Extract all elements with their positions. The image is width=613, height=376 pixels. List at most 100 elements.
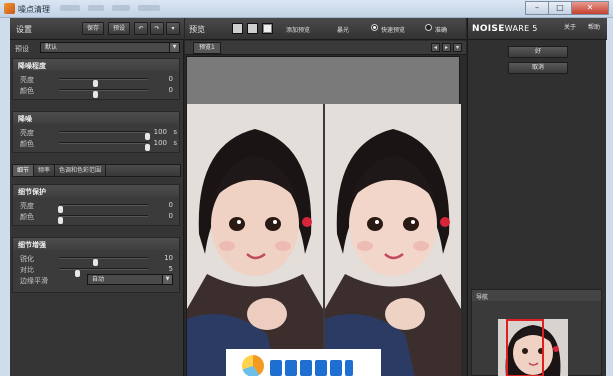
- slider-track[interactable]: [59, 78, 148, 87]
- tab-preview-1[interactable]: 预览1: [193, 42, 221, 54]
- processed-photo: [325, 104, 461, 376]
- slider-row: 亮度 0: [13, 73, 179, 87]
- tab-frequency[interactable]: 频率: [33, 164, 56, 177]
- settings-header: 设置 保存 预设 ↶ ↷ ▾: [10, 18, 184, 40]
- preset-value: 默认: [45, 44, 58, 51]
- add-preview-button[interactable]: 添加预览: [286, 25, 310, 34]
- ok-button[interactable]: 好: [508, 46, 568, 58]
- redo-icon[interactable]: ↷: [150, 22, 164, 35]
- group-detail-enhance: 细节增强 锐化 10 对比 5 边缘平滑 自动 ▼: [12, 237, 180, 293]
- preset-select[interactable]: 默认 ▼: [40, 42, 180, 53]
- about-button[interactable]: 关于: [560, 23, 580, 35]
- slider-knob[interactable]: [93, 91, 98, 98]
- nav-right-icon[interactable]: ▸: [442, 43, 451, 52]
- cancel-button[interactable]: 取消: [508, 62, 568, 74]
- preset-row: 预设 默认 ▼: [10, 41, 184, 55]
- group-title: 细节增强: [13, 238, 179, 250]
- right-panel: NOISEWARE 5 关于 帮助 好 取消 导航: [467, 18, 607, 376]
- tab-tone-color[interactable]: 色调和色彩范围: [54, 164, 107, 177]
- menu-placeholder: [88, 5, 104, 11]
- slider-row: 颜色 100 s: [13, 137, 179, 151]
- save-button[interactable]: 保存: [82, 22, 104, 35]
- menu-placeholder: [138, 5, 160, 11]
- original-photo: [187, 104, 323, 376]
- noiseware-logo: NOISEWARE 5: [472, 24, 538, 34]
- window-controls: – □ ✕: [525, 1, 609, 15]
- preset-button[interactable]: 预设: [108, 22, 130, 35]
- navigator-panel: 导航: [471, 289, 602, 376]
- slider-track[interactable]: [59, 142, 150, 151]
- slider-track[interactable]: [59, 131, 150, 140]
- view-split-vertical-icon[interactable]: [262, 23, 273, 34]
- chevron-down-icon: ▼: [162, 275, 172, 284]
- group-noise-reduction: 降噪 亮度 100 s 颜色 100 s: [12, 111, 180, 153]
- settings-title: 设置: [16, 25, 32, 34]
- preview-canvas[interactable]: [186, 56, 461, 376]
- slider-row: 对比 5: [13, 263, 179, 277]
- group-title: 细节保护: [13, 185, 179, 197]
- undo-icon[interactable]: ↶: [134, 22, 148, 35]
- slider-track[interactable]: [59, 89, 148, 98]
- close-button[interactable]: ✕: [571, 1, 609, 15]
- chevron-down-icon: ▼: [169, 43, 179, 52]
- window-titlebar: 噪点清理 – □ ✕: [0, 0, 613, 18]
- preview-panel: 预览 添加预览 暴光 快速预览 准确 预览1 ◂ ▸ ▾: [185, 18, 466, 376]
- navigator-thumbnail[interactable]: [498, 319, 568, 376]
- slider-value: 0: [168, 86, 173, 94]
- navigator-title: 导航: [472, 290, 601, 301]
- nav-left-icon[interactable]: ◂: [431, 43, 440, 52]
- settings-panel: 设置 保存 预设 ↶ ↷ ▾ 预设 默认 ▼ 降噪程度 亮度 0 颜色 0 降噪…: [10, 18, 184, 376]
- slider-label: 颜色: [20, 87, 34, 95]
- logo-lite: WARE 5: [504, 24, 538, 33]
- group-title: 降噪: [13, 112, 179, 124]
- watermark-lettering: [270, 360, 360, 376]
- watermark-overlay: [226, 349, 381, 376]
- minimize-button[interactable]: –: [525, 1, 549, 15]
- preview-tabs: 预览1 ◂ ▸ ▾: [185, 41, 466, 55]
- menu-placeholder: [112, 5, 130, 11]
- tab-detail[interactable]: 细节: [12, 164, 35, 177]
- help-button[interactable]: 帮助: [584, 23, 604, 35]
- slider-track[interactable]: [58, 204, 148, 213]
- tab-spacer: [105, 164, 181, 177]
- logo-bold: NOISE: [472, 24, 505, 34]
- slider-label: 颜色: [20, 140, 34, 148]
- edge-smooth-value: 自动: [92, 276, 105, 283]
- noiseware-app: 设置 保存 预设 ↶ ↷ ▾ 预设 默认 ▼ 降噪程度 亮度 0 颜色 0 降噪…: [10, 18, 607, 376]
- preview-title: 预览: [189, 25, 205, 34]
- nav-down-icon[interactable]: ▾: [453, 43, 462, 52]
- window-title: 噪点清理: [18, 5, 50, 14]
- group-detail-protect: 细节保护 亮度 0 颜色 0: [12, 184, 180, 226]
- slider-value: 0: [168, 201, 173, 209]
- accurate-radio[interactable]: [425, 24, 432, 31]
- slider-row: 颜色 0: [13, 84, 179, 98]
- slider-track[interactable]: [58, 215, 148, 224]
- slider-knob[interactable]: [58, 217, 63, 224]
- maximize-button[interactable]: □: [548, 1, 572, 15]
- fast-preview-radio[interactable]: [371, 24, 378, 31]
- group-title: 降噪程度: [13, 59, 179, 71]
- slider-value: 0: [168, 212, 173, 220]
- slider-track[interactable]: [59, 268, 148, 277]
- watermark-logo-icon: [242, 355, 264, 376]
- fast-preview-label: 快速预览: [381, 27, 406, 34]
- view-split-horizontal-icon[interactable]: [247, 23, 258, 34]
- menu-placeholder: [60, 5, 80, 11]
- exposure-button[interactable]: 暴光: [337, 25, 349, 34]
- slider-value: 100: [153, 128, 167, 136]
- settings-tabs: 细节 频率 色调和色彩范围: [12, 164, 181, 177]
- preview-toolbar: 预览 添加预览 暴光 快速预览 准确: [185, 18, 466, 40]
- accurate-label: 准确: [435, 27, 448, 34]
- slider-value: 10: [164, 254, 173, 262]
- navigator-viewport-frame[interactable]: [506, 319, 544, 376]
- edge-smooth-label: 边缘平滑: [20, 277, 48, 285]
- app-icon: [4, 3, 15, 14]
- brand-header: NOISEWARE 5 关于 帮助: [468, 18, 607, 40]
- view-single-icon[interactable]: [232, 23, 243, 34]
- slider-value: 0: [168, 75, 173, 83]
- slider-track[interactable]: [59, 257, 148, 266]
- slider-row: 锐化 10: [13, 252, 179, 266]
- edge-smooth-select[interactable]: 自动 ▼: [87, 274, 173, 285]
- menu-icon[interactable]: ▾: [166, 22, 180, 35]
- group-noise-level: 降噪程度 亮度 0 颜色 0: [12, 58, 180, 100]
